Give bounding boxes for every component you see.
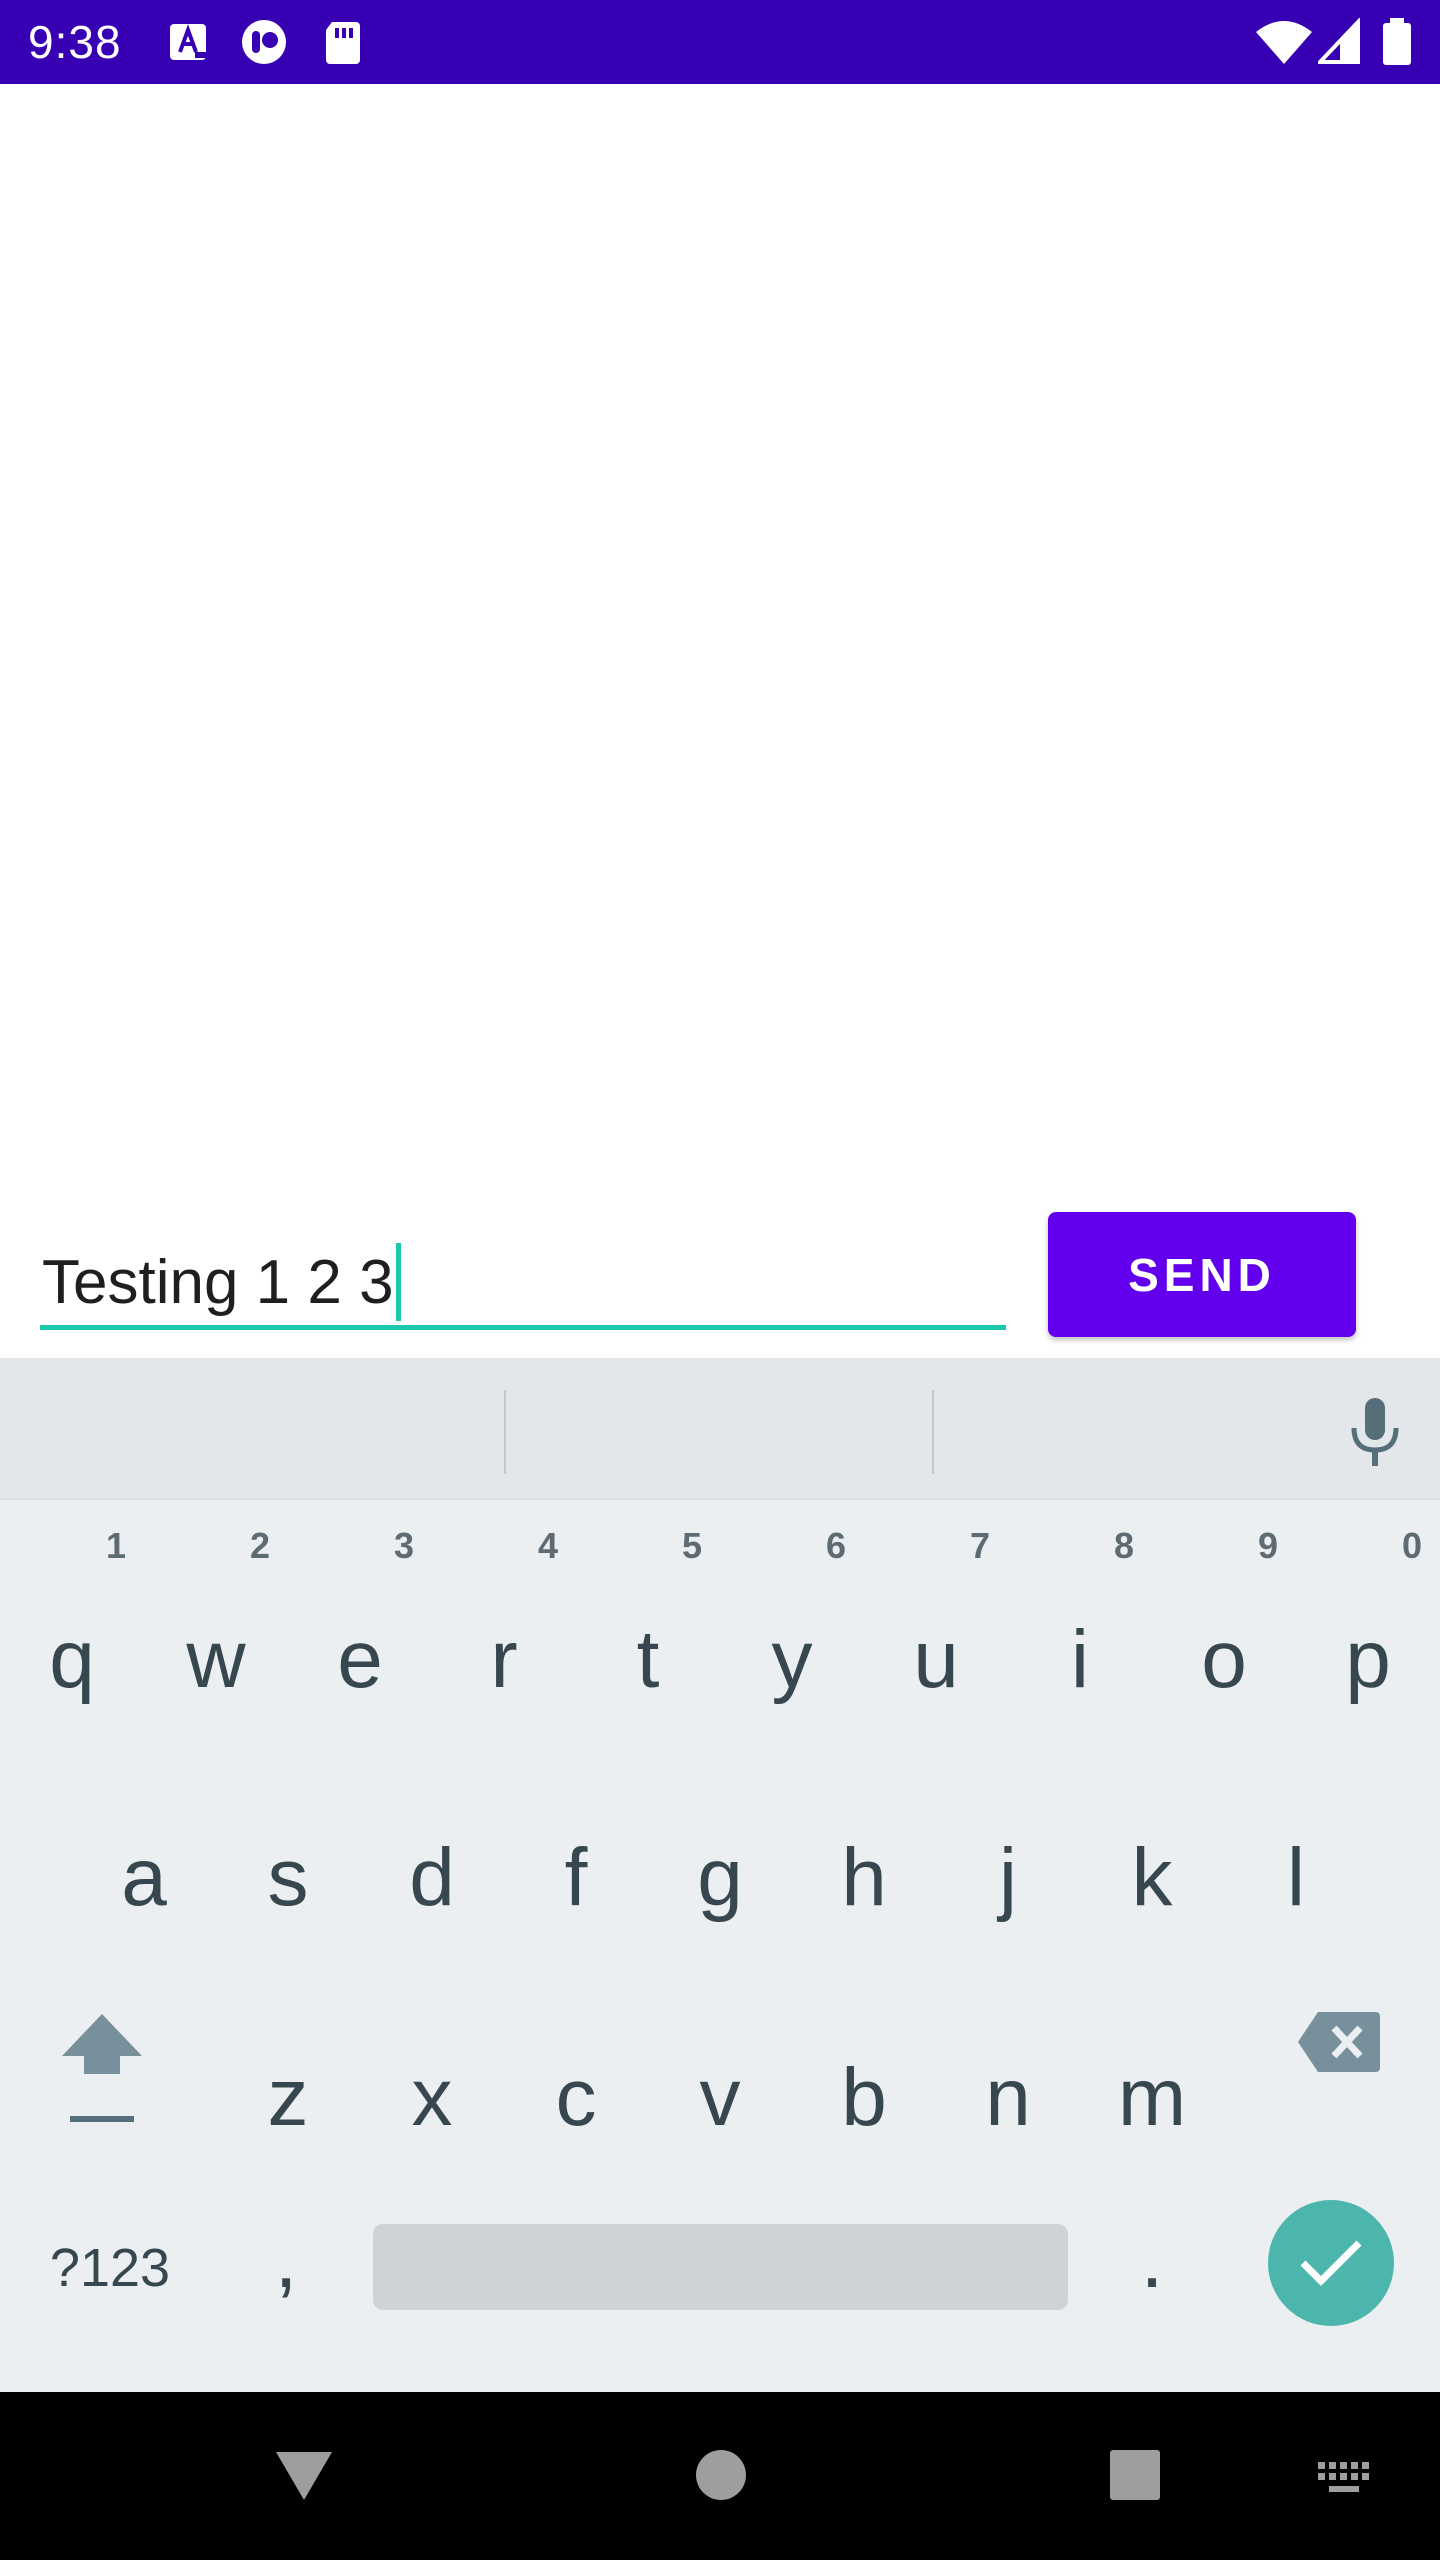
key-hint-4: 4 bbox=[538, 1525, 559, 1566]
key-g[interactable]: g bbox=[670, 1828, 770, 1928]
sd-card-icon bbox=[326, 22, 360, 64]
key-m[interactable]: m bbox=[1102, 2048, 1202, 2148]
symbols-key[interactable]: ?123 bbox=[40, 2218, 180, 2318]
input-underline bbox=[40, 1325, 1006, 1330]
key-r[interactable]: r bbox=[454, 1610, 554, 1710]
key-h[interactable]: h bbox=[814, 1828, 914, 1928]
toggle-app-icon bbox=[242, 20, 286, 64]
key-j[interactable]: j bbox=[958, 1828, 1058, 1928]
key-hint-8: 8 bbox=[1114, 1525, 1135, 1566]
suggestion-strip bbox=[0, 1358, 1440, 1500]
send-button[interactable]: SEND bbox=[1048, 1212, 1356, 1337]
key-p[interactable]: p bbox=[1318, 1610, 1418, 1710]
key-w[interactable]: w bbox=[166, 1610, 266, 1710]
check-icon bbox=[1300, 2240, 1362, 2286]
soft-keyboard: q 1 w 2 e 3 r 4 t 5 y 6 u 7 i 8 o 9 p 0 asdfghjkl zxcvbnm ?… bbox=[0, 1358, 1440, 2392]
key-t[interactable]: t bbox=[598, 1610, 698, 1710]
back-icon[interactable] bbox=[272, 2448, 336, 2504]
key-u[interactable]: u bbox=[886, 1610, 986, 1710]
key-y[interactable]: y bbox=[742, 1610, 842, 1710]
battery-icon bbox=[1383, 18, 1411, 65]
backspace-icon[interactable] bbox=[1296, 2010, 1382, 2074]
key-c[interactable]: c bbox=[526, 2048, 626, 2148]
key-i[interactable]: i bbox=[1030, 1610, 1130, 1710]
recents-icon[interactable] bbox=[1108, 2448, 1162, 2502]
key-n[interactable]: n bbox=[958, 2048, 1058, 2148]
key-hint-7: 7 bbox=[970, 1525, 991, 1566]
status-time: 9:38 bbox=[28, 16, 122, 68]
text-caret bbox=[395, 1243, 401, 1321]
key-x[interactable]: x bbox=[382, 2048, 482, 2148]
key-s[interactable]: s bbox=[238, 1828, 338, 1928]
comma-key[interactable]: , bbox=[246, 2210, 326, 2310]
home-icon[interactable] bbox=[694, 2448, 748, 2502]
key-a[interactable]: a bbox=[94, 1828, 194, 1928]
key-b[interactable]: b bbox=[814, 2048, 914, 2148]
space-bar[interactable] bbox=[373, 2224, 1068, 2310]
a-badge-icon bbox=[170, 24, 209, 60]
key-hint-9: 9 bbox=[1258, 1525, 1279, 1566]
key-d[interactable]: d bbox=[382, 1828, 482, 1928]
enter-key[interactable] bbox=[1268, 2200, 1394, 2326]
key-f[interactable]: f bbox=[526, 1828, 626, 1928]
suggestion-divider bbox=[504, 1390, 506, 1474]
suggestion-divider bbox=[932, 1390, 934, 1474]
signal-icon bbox=[1318, 18, 1360, 64]
wifi-icon bbox=[1256, 21, 1312, 64]
key-hint-6: 6 bbox=[826, 1525, 847, 1566]
microphone-icon[interactable] bbox=[1348, 1398, 1402, 1470]
key-hint-3: 3 bbox=[394, 1525, 415, 1566]
shift-icon[interactable] bbox=[58, 2010, 146, 2130]
navigation-bar bbox=[0, 2392, 1440, 2560]
key-hint-0: 0 bbox=[1402, 1525, 1423, 1566]
status-bar: 9:38 bbox=[0, 0, 1440, 84]
keyboard-switch-icon[interactable] bbox=[1316, 2460, 1372, 2494]
key-q[interactable]: q bbox=[22, 1610, 122, 1710]
key-z[interactable]: z bbox=[238, 2048, 338, 2148]
key-e[interactable]: e bbox=[310, 1610, 410, 1710]
key-l[interactable]: l bbox=[1246, 1828, 1346, 1928]
message-input[interactable]: Testing 1 2 3 bbox=[40, 1235, 1006, 1330]
period-key[interactable]: . bbox=[1112, 2210, 1192, 2310]
key-hint-2: 2 bbox=[250, 1525, 271, 1566]
key-o[interactable]: o bbox=[1174, 1610, 1274, 1710]
message-input-value: Testing 1 2 3 bbox=[42, 1243, 401, 1323]
key-hint-1: 1 bbox=[106, 1525, 127, 1566]
key-hint-5: 5 bbox=[682, 1525, 703, 1566]
key-k[interactable]: k bbox=[1102, 1828, 1202, 1928]
key-v[interactable]: v bbox=[670, 2048, 770, 2148]
